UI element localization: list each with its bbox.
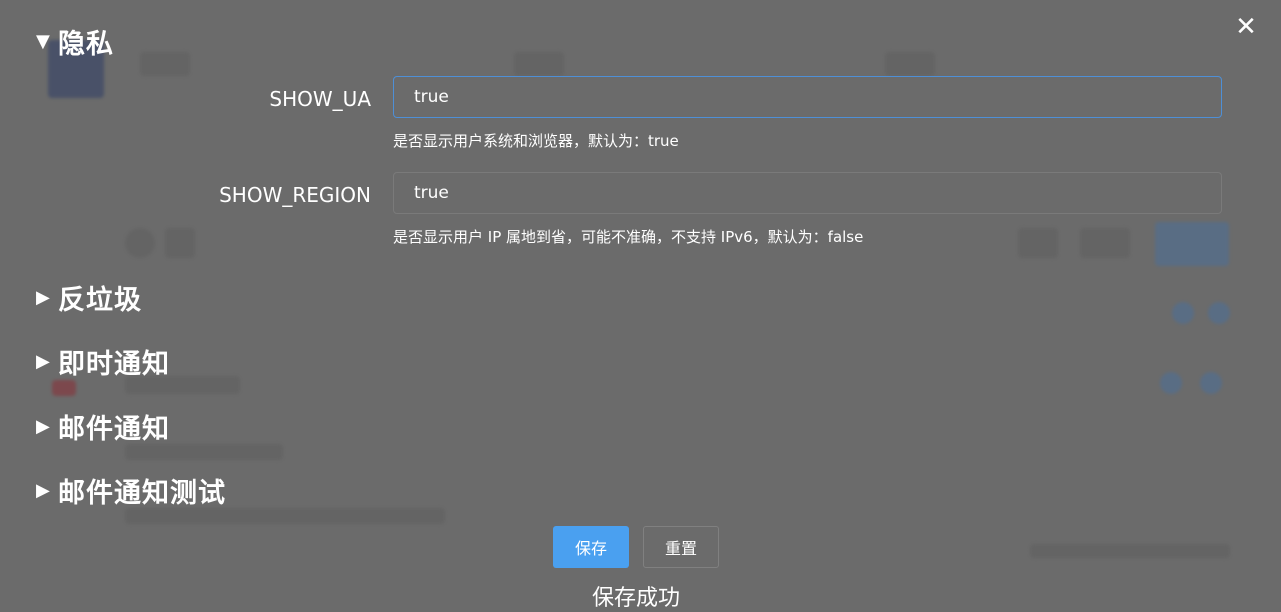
section-instant-notify[interactable]: ▶ 即时通知 [36, 342, 170, 381]
caret-right-icon: ▶ [36, 415, 50, 437]
reset-button[interactable]: 重置 [643, 526, 719, 568]
section-title: 邮件通知 [58, 414, 170, 445]
caret-right-icon: ▶ [36, 479, 50, 501]
section-anti-spam[interactable]: ▶ 反垃圾 [36, 278, 142, 317]
section-title: 邮件通知测试 [58, 478, 226, 509]
show-ua-label: SHOW_UA [269, 87, 371, 111]
show-region-hint: 是否显示用户 IP 属地到省，可能不准确，不支持 IPv6，默认为：false [393, 228, 864, 246]
status-message: 保存成功 [591, 586, 680, 611]
section-mail-notify-test[interactable]: ▶ 邮件通知测试 [36, 471, 226, 510]
show-ua-input[interactable] [393, 76, 1222, 118]
save-button[interactable]: 保存 [553, 526, 629, 568]
close-icon[interactable]: ✕ [1233, 14, 1259, 40]
section-title: 即时通知 [58, 349, 170, 380]
caret-down-icon: ▼ [36, 30, 50, 52]
caret-right-icon: ▶ [36, 286, 50, 308]
show-ua-hint: 是否显示用户系统和浏览器，默认为：true [393, 132, 679, 150]
caret-right-icon: ▶ [36, 350, 50, 372]
show-region-input[interactable] [393, 172, 1222, 214]
section-title: 反垃圾 [58, 285, 142, 316]
section-mail-notify[interactable]: ▶ 邮件通知 [36, 407, 170, 446]
section-privacy[interactable]: ▼ 隐私 [36, 22, 114, 61]
section-title: 隐私 [58, 29, 114, 60]
show-region-label: SHOW_REGION [219, 183, 371, 207]
